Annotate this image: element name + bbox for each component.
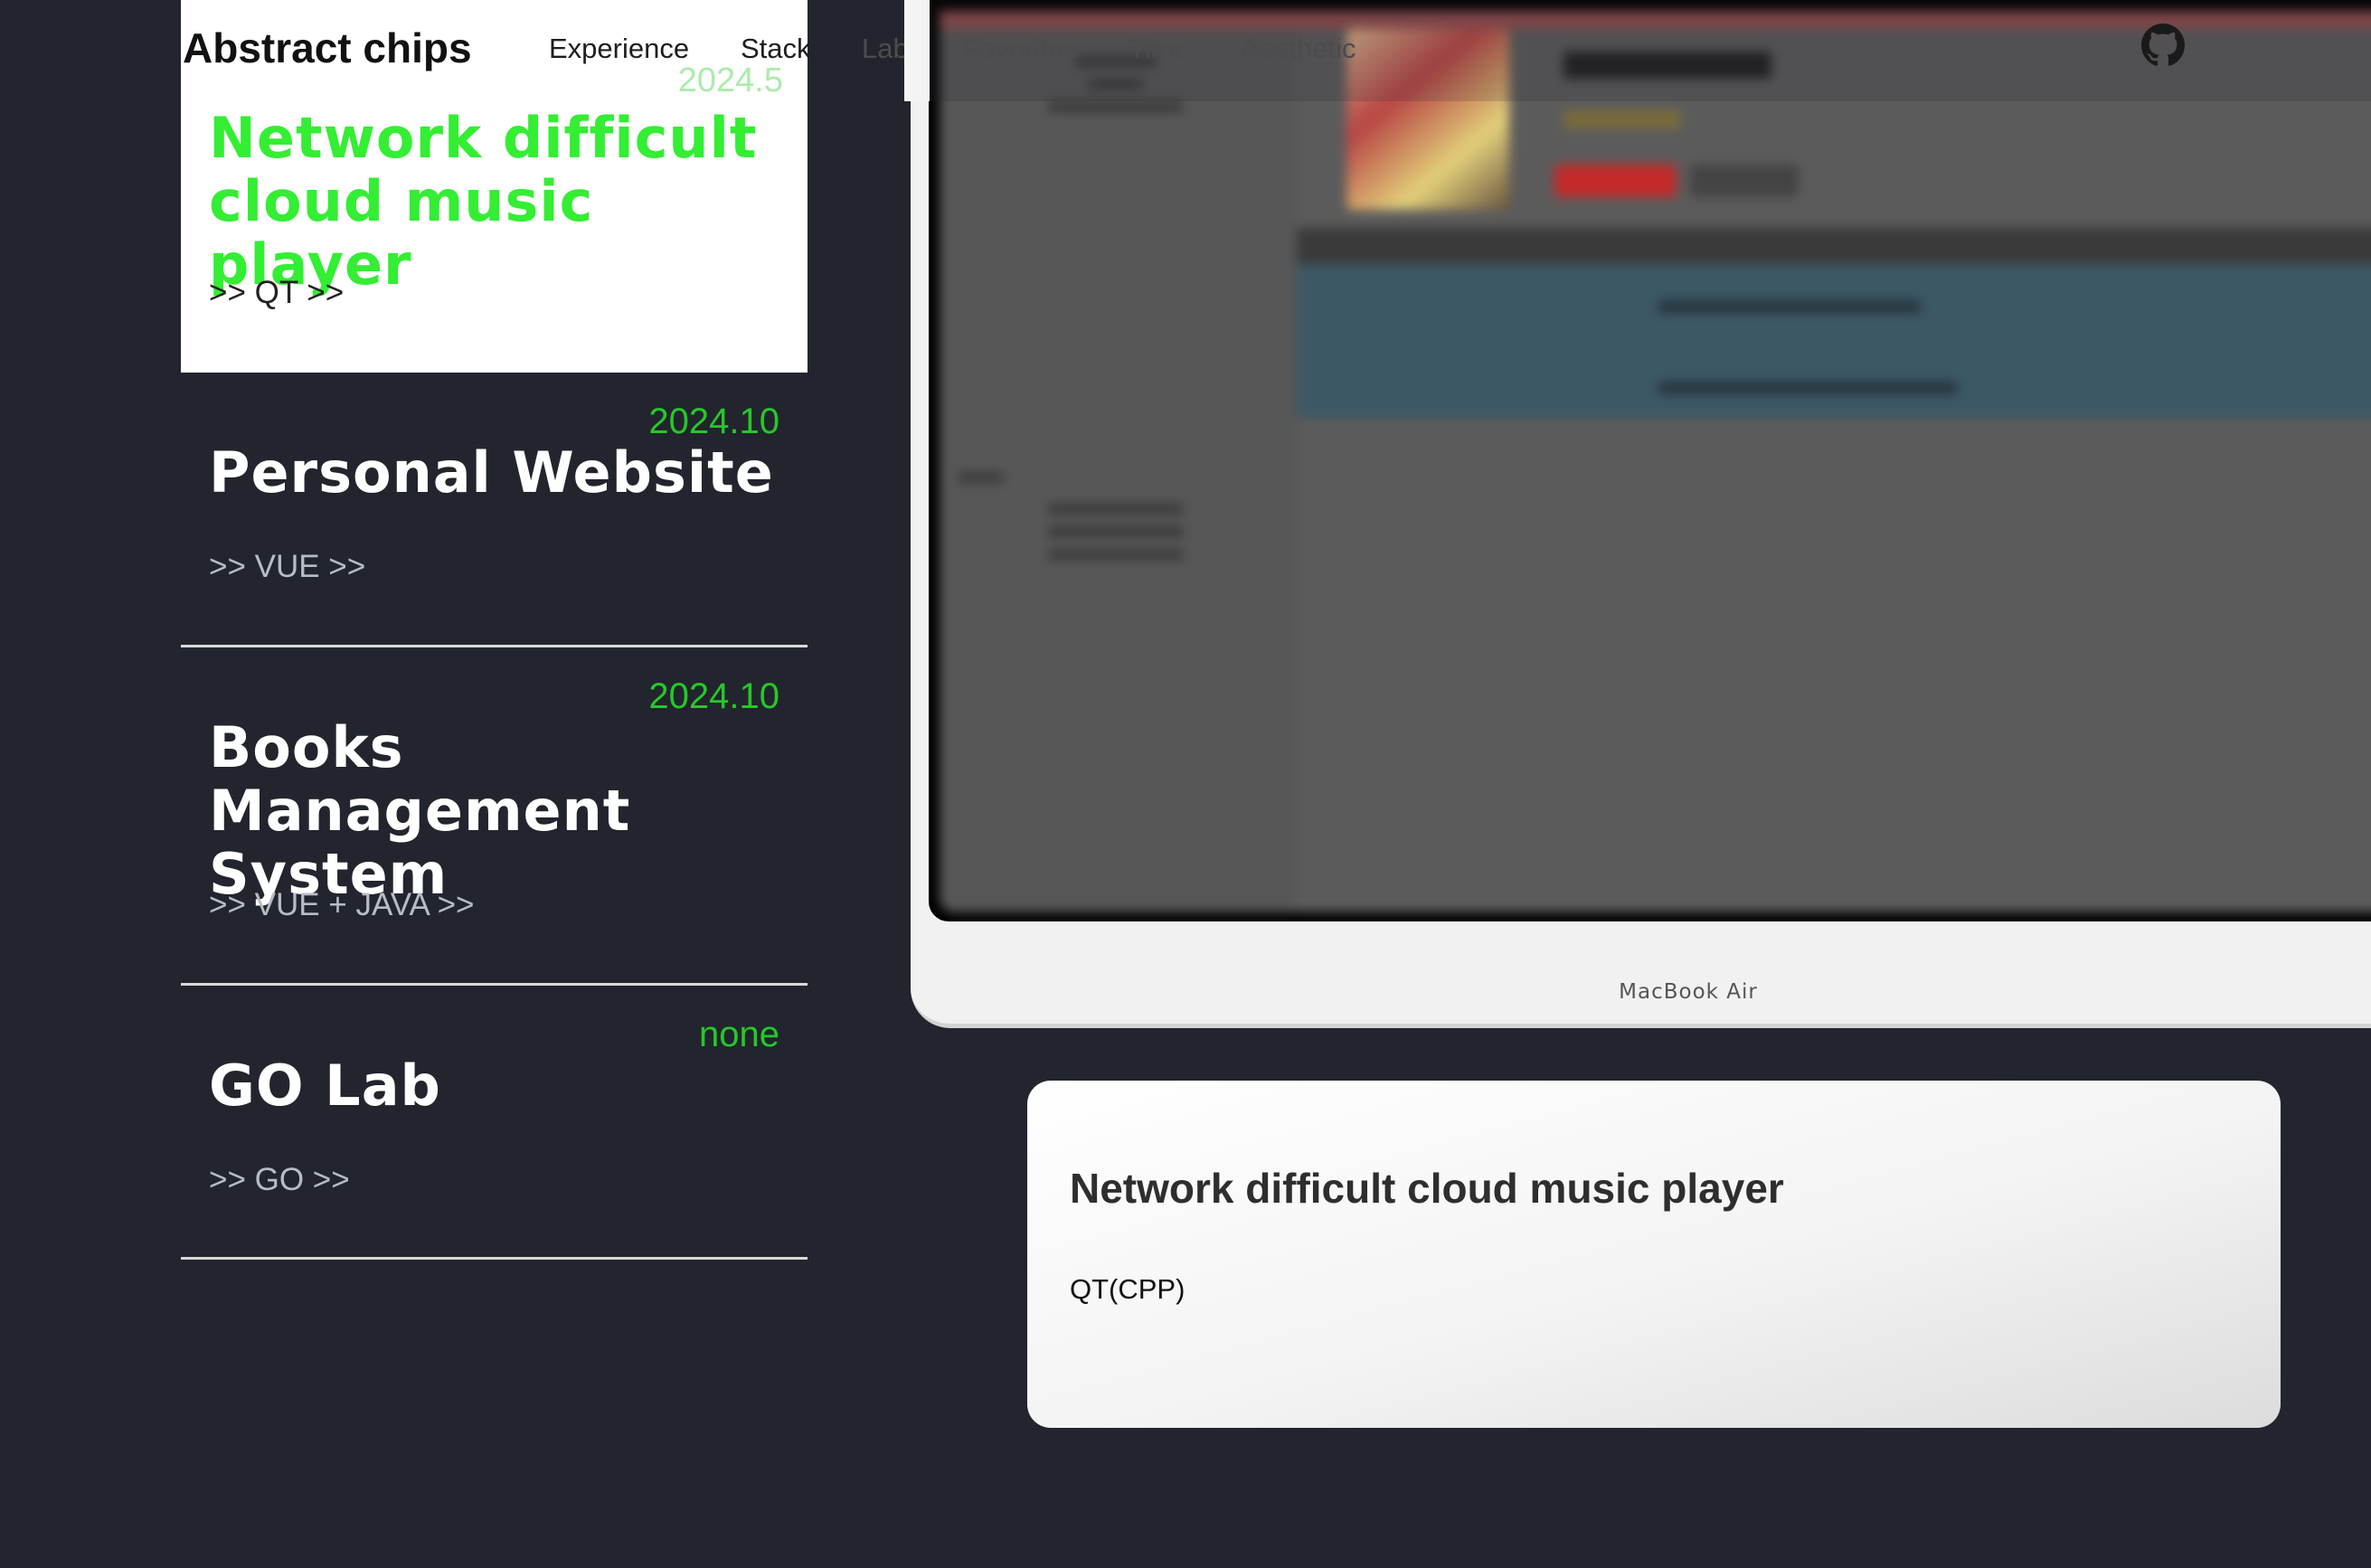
laptop-screen (929, 0, 2371, 921)
top-nav: 2024.5 Abstract chips Experience Stack L… (0, 0, 2371, 101)
nav-aesthetic[interactable]: Aesthetic (1241, 33, 1356, 65)
nav-favorites[interactable]: Favorites (962, 33, 1077, 65)
nav-time[interactable]: Time (1129, 33, 1190, 65)
detail-tech: QT(CPP) (1070, 1273, 1186, 1305)
nav-lab[interactable]: Lab (862, 33, 909, 65)
project-date: 2024.5 (677, 61, 783, 99)
project-tech: >> GO >> (209, 1162, 350, 1197)
project-date: none (699, 1015, 779, 1054)
divider (904, 0, 930, 101)
project-title: Personal Website (209, 439, 774, 505)
project-title: GO Lab (209, 1053, 441, 1119)
preview-line (1048, 504, 1184, 515)
project-date: 2024.10 (648, 401, 779, 441)
project-tech: >> QT >> (209, 275, 345, 310)
project-card[interactable]: none GO Lab >> GO >> (181, 986, 808, 1260)
preview-table-row (1297, 264, 2371, 418)
preview-button (1690, 165, 1799, 197)
nav-experience[interactable]: Experience (549, 33, 689, 65)
project-title: Books Management System (209, 714, 631, 907)
preview-line (958, 472, 1003, 483)
project-date: 2024.10 (648, 676, 779, 716)
preview-sidebar (940, 29, 1297, 912)
laptop-mockup: MacBook Air (911, 0, 2371, 1028)
preview-table-header (1297, 228, 2371, 264)
preview-line (1048, 549, 1184, 560)
project-tech: >> VUE >> (209, 549, 366, 584)
project-card[interactable]: 2024.10 Books Management System >> VUE +… (181, 647, 808, 986)
preview-row-text (1658, 382, 1957, 394)
preview-row-text (1658, 300, 1921, 313)
preview-chip (1563, 110, 1681, 128)
preview-line (1048, 101, 1184, 112)
detail-title: Network difficult cloud music player (1070, 1165, 1784, 1212)
project-screenshot-preview (940, 11, 2371, 912)
project-title: Network difficult cloud music player (209, 105, 758, 298)
project-detail-panel: Network difficult cloud music player QT(… (1027, 1081, 2281, 1428)
page: MacBook Air Network difficult cloud musi… (0, 0, 2371, 1568)
project-card-active[interactable]: Network difficult cloud music player >> … (181, 101, 808, 373)
nav-stack[interactable]: Stack (741, 33, 811, 65)
preview-line (1048, 526, 1184, 537)
device-label: MacBook Air (1619, 980, 1758, 1004)
project-tech: >> VUE + JAVA >> (209, 887, 475, 922)
github-icon[interactable] (2141, 24, 2185, 67)
brand-logo[interactable]: Abstract chips (183, 24, 472, 72)
project-card[interactable]: 2024.10 Personal Website >> VUE >> (181, 373, 808, 647)
preview-play-button (1554, 165, 1677, 197)
